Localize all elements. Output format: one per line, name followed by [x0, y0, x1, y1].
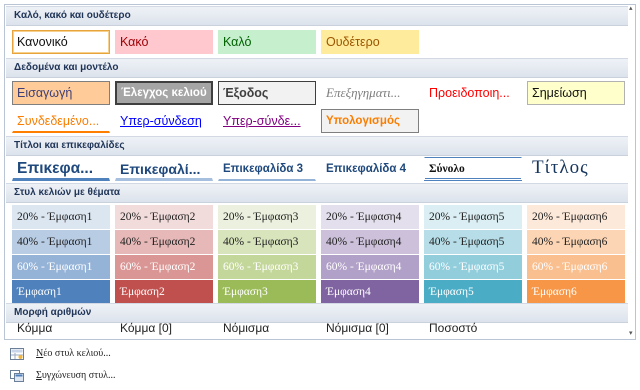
section-header-good-bad-neutral: Καλό, κακό και ουδέτερο	[6, 6, 628, 26]
new-cell-style-icon	[10, 347, 24, 360]
row-number-format: Κόμμα Κόμμα [0] Νόμισμα Νόμισμα [0] Ποσο…	[12, 316, 522, 340]
style-60-accent5[interactable]: 60% - Έμφαση5	[424, 255, 522, 279]
style-20-accent1[interactable]: 20% - Έμφαση1	[12, 205, 110, 229]
style-40-accent6[interactable]: 40% - Έμφαση6	[527, 230, 625, 254]
style-linked-cell[interactable]: Συνδεδεμένο...	[12, 109, 110, 133]
section-header-themed: Στυλ κελιών με θέματα	[6, 183, 628, 203]
style-40-accent1[interactable]: 40% - Έμφαση1	[12, 230, 110, 254]
style-heading-4[interactable]: Επικεφαλίδα 4	[321, 157, 419, 181]
style-check-cell[interactable]: Έλεγχος κελιού	[115, 81, 213, 105]
row-good-bad-neutral: Κανονικό Κακό Καλό Ουδέτερο	[12, 30, 419, 54]
style-20-accent2[interactable]: 20% - Έμφαση2	[115, 205, 213, 229]
row-themed-60: 60% - Έμφαση1 60% - Έμφαση2 60% - Έμφαση…	[12, 255, 625, 279]
style-total[interactable]: Σύνολο	[424, 157, 522, 181]
style-bad[interactable]: Κακό	[115, 30, 213, 54]
style-title[interactable]: Τίτλος	[527, 157, 625, 181]
style-40-accent4[interactable]: 40% - Έμφαση4	[321, 230, 419, 254]
style-currency[interactable]: Νόμισμα	[218, 316, 316, 340]
row-themed-40: 40% - Έμφαση1 40% - Έμφαση2 40% - Έμφαση…	[12, 230, 625, 254]
row-data-model-1: Εισαγωγή Έλεγχος κελιού Έξοδος Επεξηγημα…	[12, 81, 625, 105]
style-accent1[interactable]: Έμφαση1	[12, 280, 110, 304]
style-explanatory[interactable]: Επεξηγηματι...	[321, 81, 419, 105]
style-normal[interactable]: Κανονικό	[12, 30, 110, 54]
style-heading-2[interactable]: Επικεφαλί...	[115, 157, 213, 181]
style-heading-3[interactable]: Επικεφαλίδα 3	[218, 157, 316, 181]
style-good[interactable]: Καλό	[218, 30, 316, 54]
scroll-down-icon[interactable]: ▾	[629, 330, 635, 337]
style-comma-0[interactable]: Κόμμα [0]	[115, 316, 213, 340]
row-titles: Επικεφα... Επικεφαλί... Επικεφαλίδα 3 Επ…	[12, 157, 625, 181]
style-60-accent3[interactable]: 60% - Έμφαση3	[218, 255, 316, 279]
section-header-data-model: Δεδομένα και μοντέλο	[6, 58, 628, 78]
merge-styles-icon	[10, 369, 24, 382]
new-cell-style-menu-item[interactable]: Νέο στυλ κελιού...	[4, 343, 636, 363]
gallery-scrollbar[interactable]: ▴ ▾	[629, 5, 635, 338]
style-accent3[interactable]: Έμφαση3	[218, 280, 316, 304]
style-40-accent2[interactable]: 40% - Έμφαση2	[115, 230, 213, 254]
style-note[interactable]: Σημείωση	[527, 81, 625, 105]
style-output[interactable]: Έξοδος	[218, 81, 316, 105]
style-heading-1[interactable]: Επικεφα...	[12, 157, 110, 181]
style-accent6[interactable]: Έμφαση6	[527, 280, 625, 304]
style-hyperlink[interactable]: Υπερ-σύνδεση	[115, 109, 213, 133]
row-themed-accent: Έμφαση1 Έμφαση2 Έμφαση3 Έμφαση4 Έμφαση5 …	[12, 280, 625, 304]
style-comma[interactable]: Κόμμα	[12, 316, 110, 340]
row-data-model-2: Συνδεδεμένο... Υπερ-σύνδεση Υπερ-σύνδε..…	[12, 109, 419, 133]
style-percent[interactable]: Ποσοστό	[424, 316, 522, 340]
style-warning[interactable]: Προειδοποιη...	[424, 81, 522, 105]
cell-styles-menu: Νέο στυλ κελιού... Συγχώνευση στυλ...	[4, 341, 636, 387]
new-cell-style-label: Νέο στυλ κελιού...	[36, 347, 111, 359]
style-neutral[interactable]: Ουδέτερο	[321, 30, 419, 54]
style-60-accent4[interactable]: 60% - Έμφαση4	[321, 255, 419, 279]
style-input[interactable]: Εισαγωγή	[12, 81, 110, 105]
style-accent5[interactable]: Έμφαση5	[424, 280, 522, 304]
style-20-accent4[interactable]: 20% - Έμφαση4	[321, 205, 419, 229]
style-20-accent5[interactable]: 20% - Έμφαση5	[424, 205, 522, 229]
style-60-accent2[interactable]: 60% - Έμφαση2	[115, 255, 213, 279]
scroll-up-icon[interactable]: ▴	[629, 5, 635, 12]
style-calculation[interactable]: Υπολογισμός	[321, 109, 419, 133]
style-20-accent3[interactable]: 20% - Έμφαση3	[218, 205, 316, 229]
cell-styles-gallery: Καλό, κακό και ουδέτερο Κανονικό Κακό Κα…	[4, 4, 636, 340]
style-followed-hyperlink[interactable]: Υπερ-σύνδε...	[218, 109, 316, 133]
style-currency-0[interactable]: Νόμισμα [0]	[321, 316, 419, 340]
style-40-accent3[interactable]: 40% - Έμφαση3	[218, 230, 316, 254]
style-accent2[interactable]: Έμφαση2	[115, 280, 213, 304]
style-40-accent5[interactable]: 40% - Έμφαση5	[424, 230, 522, 254]
style-20-accent6[interactable]: 20% - Έμφαση6	[527, 205, 625, 229]
style-60-accent1[interactable]: 60% - Έμφαση1	[12, 255, 110, 279]
section-header-titles: Τίτλοι και επικεφαλίδες	[6, 136, 628, 156]
merge-styles-menu-item[interactable]: Συγχώνευση στυλ...	[4, 365, 636, 385]
row-themed-20: 20% - Έμφαση1 20% - Έμφαση2 20% - Έμφαση…	[12, 205, 625, 229]
style-60-accent6[interactable]: 60% - Έμφαση6	[527, 255, 625, 279]
merge-styles-label: Συγχώνευση στυλ...	[36, 369, 116, 381]
style-accent4[interactable]: Έμφαση4	[321, 280, 419, 304]
